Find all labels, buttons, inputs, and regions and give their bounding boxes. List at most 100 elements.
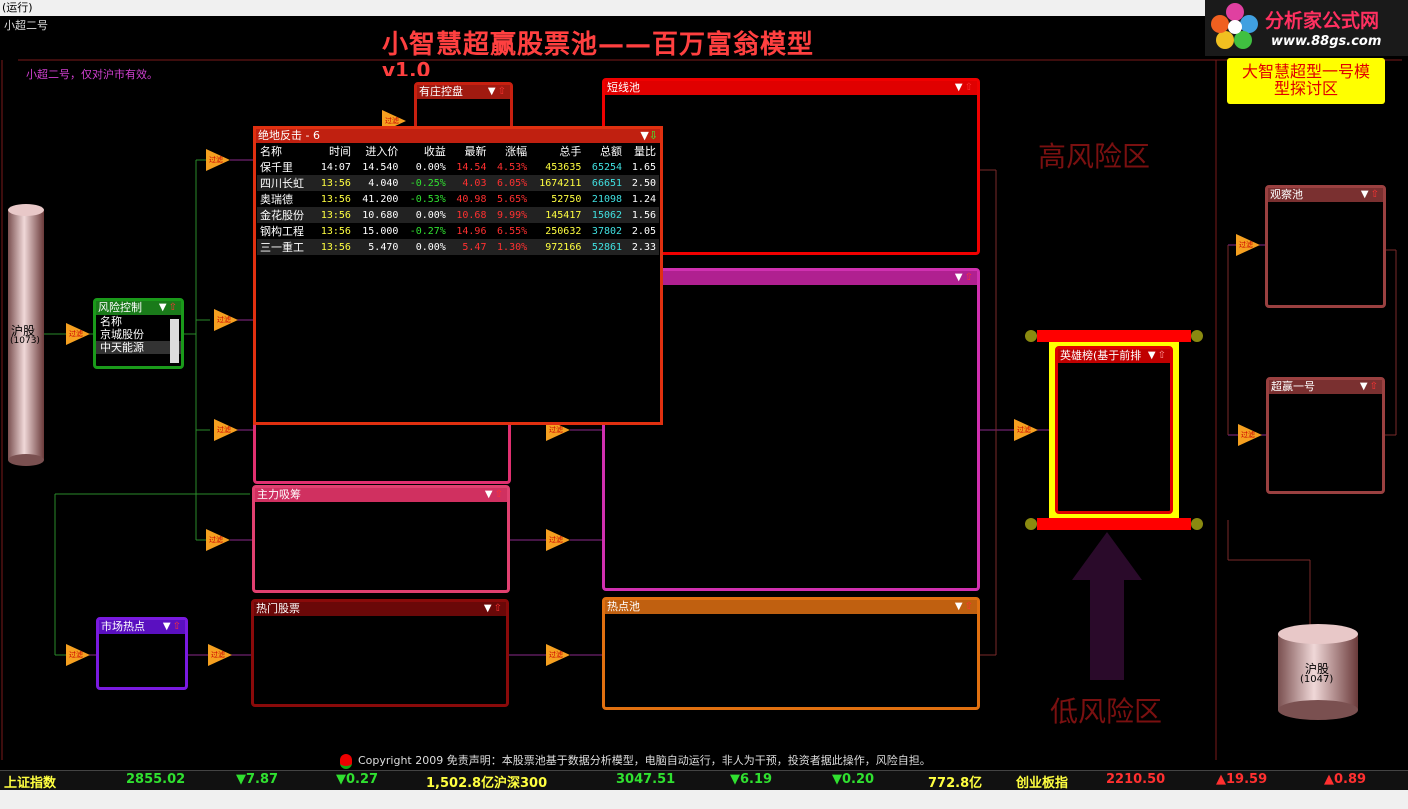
table-cell: 9.99% bbox=[489, 207, 531, 223]
index-change: ▲19.59 bbox=[1216, 772, 1268, 787]
filter-node-icon[interactable]: 过滤 bbox=[1238, 424, 1262, 446]
filter-node-icon[interactable]: 过滤 bbox=[208, 644, 232, 666]
table-cell: 1.56 bbox=[625, 207, 659, 223]
column-header[interactable]: 涨幅 bbox=[489, 143, 530, 159]
pool-menu-icon[interactable]: ▼⇧ bbox=[955, 600, 975, 614]
table-row[interactable]: 保千里 14:07 14.540 0.00% 14.54 4.53% 453635 65254… bbox=[257, 159, 659, 175]
pool-menu-icon[interactable]: ▼⇧ bbox=[1147, 349, 1168, 363]
pool-menu-icon[interactable]: ▼⇧ bbox=[484, 602, 504, 616]
filter-node-icon[interactable]: 过滤 bbox=[214, 419, 238, 441]
filter-node-icon[interactable]: 过滤 bbox=[66, 323, 90, 345]
table-cell: 453635 bbox=[545, 161, 582, 173]
table-cell: 13:56 bbox=[313, 239, 354, 255]
filter-node-icon[interactable]: 过滤 bbox=[206, 149, 230, 171]
table-row[interactable]: 金花股份 13:56 10.680 0.00% 10.68 9.99% 145417 1506… bbox=[257, 207, 659, 223]
risk-low-label: 低风险区 bbox=[1050, 695, 1163, 728]
table-cell: 13:56 bbox=[313, 175, 354, 191]
pool-menu-icon[interactable]: ▼⇧ bbox=[488, 85, 508, 99]
pool-hot-stocks[interactable]: 热门股票 ▼⇧ bbox=[251, 599, 509, 707]
pool-menu-icon[interactable]: ▼⇧ bbox=[955, 81, 975, 95]
pool-heroes[interactable]: 英雄榜(基于前排 ▼⇧ bbox=[1055, 346, 1173, 514]
table-cell: 14.96 bbox=[456, 225, 487, 237]
table-cell: 13:56 bbox=[320, 193, 351, 205]
table-row[interactable]: 三一重工 13:56 5.470 0.00% 5.47 1.30% 972166 52861 2… bbox=[257, 239, 659, 255]
source-count: (1073) bbox=[10, 336, 40, 346]
index-name[interactable]: 创业板指 bbox=[1016, 772, 1068, 791]
index-value: 3047.51 bbox=[616, 772, 676, 787]
table-cell: 6.55% bbox=[497, 225, 528, 237]
footer-disclaimer: Copyright 2009 免责声明：本股票池基于数据分析模型，电脑自动运行，… bbox=[340, 752, 931, 769]
table-cell: 52861 bbox=[584, 239, 626, 255]
pool-title: 市场热点 bbox=[101, 620, 145, 633]
column-header[interactable]: 名称 bbox=[257, 143, 313, 159]
table-cell: 2.50 bbox=[625, 175, 659, 191]
list-item[interactable]: 京城股份 bbox=[96, 328, 181, 341]
column-header[interactable]: 量比 bbox=[625, 143, 659, 159]
pool-main-absorb[interactable]: 主力吸筹 ▼⇧ bbox=[252, 485, 510, 593]
index-name[interactable]: 沪深300 bbox=[494, 772, 547, 791]
pool-menu-icon[interactable]: ▼⇩ bbox=[640, 129, 658, 143]
column-header[interactable]: 总手 bbox=[530, 143, 584, 159]
table-row[interactable]: 四川长虹 13:56 4.040 -0.25% 4.03 6.05% 1674211 6665… bbox=[257, 175, 659, 191]
source-cylinder-left[interactable]: 沪股 (1073) bbox=[8, 204, 44, 466]
pool-menu-icon[interactable]: ▼⇧ bbox=[163, 620, 183, 634]
pool-risk-control[interactable]: 风险控制 ▼⇧ 名称 京城股份 中天能源 bbox=[93, 298, 184, 369]
pool-title: 热点池 bbox=[607, 600, 640, 613]
table-cell: 10.68 bbox=[448, 207, 490, 223]
pool-super-one[interactable]: 超赢一号 ▼⇧ bbox=[1266, 377, 1385, 494]
table-cell: 145417 bbox=[530, 207, 585, 223]
filter-node-icon[interactable]: 过滤 bbox=[214, 309, 238, 331]
table-cell: 14:07 bbox=[320, 161, 351, 173]
index-amount: 772.8亿 bbox=[928, 776, 983, 791]
table-row[interactable]: 奥瑞德 13:56 41.200 -0.53% 40.98 5.65% 52750 21098… bbox=[257, 191, 659, 207]
index-value: 2210.50 bbox=[1106, 772, 1166, 787]
pool-menu-icon[interactable]: ▼⇧ bbox=[485, 488, 505, 502]
list-item[interactable]: 中天能源 bbox=[96, 341, 181, 354]
pool-market-hot[interactable]: 市场热点 ▼⇧ bbox=[96, 617, 188, 690]
stock-table: 名称 时间 进入价 收益 最新 涨幅 总手 总额 量比 保千里 14:07 14.540 0.00% 1… bbox=[257, 143, 659, 255]
table-cell: 0.00% bbox=[401, 207, 449, 223]
table-cell: 6.05% bbox=[489, 175, 531, 191]
table-cell: 37802 bbox=[591, 225, 623, 237]
table-cell: 15.000 bbox=[362, 225, 399, 237]
table-cell: 5.47 bbox=[448, 239, 490, 255]
column-header[interactable]: 进入价 bbox=[354, 143, 401, 159]
pool-menu-icon[interactable]: ▼⇧ bbox=[159, 301, 179, 315]
pool-menu-icon[interactable]: ▼⇧ bbox=[1360, 380, 1380, 394]
table-cell: 2.33 bbox=[625, 239, 659, 255]
scrollbar[interactable] bbox=[170, 319, 179, 363]
table-cell: 1.30% bbox=[489, 239, 531, 255]
pool-hotspot[interactable]: 热点池 ▼⇧ bbox=[602, 597, 980, 710]
column-header[interactable]: 时间 bbox=[313, 143, 354, 159]
table-cell: 40.98 bbox=[456, 193, 487, 205]
table-cell: 13:56 bbox=[313, 207, 354, 223]
index-value: 2855.02 bbox=[126, 772, 186, 787]
column-header[interactable]: 总额 bbox=[584, 143, 625, 159]
table-row[interactable]: 钢构工程 13:56 15.000 -0.27% 14.96 6.55% 250632 378… bbox=[257, 223, 659, 239]
column-header[interactable]: 最新 bbox=[449, 143, 490, 159]
side-box-text: 大智慧超型一号模型探讨区 bbox=[1241, 62, 1370, 98]
filter-node-icon[interactable]: 过滤 bbox=[66, 644, 90, 666]
table-cell: 1.24 bbox=[631, 193, 656, 205]
pool-watch[interactable]: 观察池 ▼⇧ bbox=[1265, 185, 1386, 308]
column-header[interactable]: 收益 bbox=[401, 143, 448, 159]
footer-text: Copyright 2009 免责声明：本股票池基于数据分析模型，电脑自动运行，… bbox=[358, 754, 931, 767]
filter-node-icon[interactable]: 过滤 bbox=[546, 529, 570, 551]
index-name[interactable]: 上证指数 bbox=[4, 772, 56, 791]
table-cell: 41.200 bbox=[362, 193, 399, 205]
pool-dealer[interactable]: 有庄控盘 ▼⇧ bbox=[414, 82, 513, 132]
table-cell: 4.53% bbox=[497, 161, 528, 173]
pool-menu-icon[interactable]: ▼⇧ bbox=[1361, 188, 1381, 202]
pool-title: 英雄榜(基于前排 bbox=[1060, 349, 1142, 362]
risk-high-label: 高风险区 bbox=[1038, 140, 1151, 173]
filter-node-icon[interactable]: 过滤 bbox=[546, 644, 570, 666]
side-discussion-box[interactable]: 大智慧超型一号模型探讨区 bbox=[1227, 58, 1385, 104]
stock-list-popup[interactable]: 绝地反击 - 6 ▼⇩ 名称 时间 进入价 收益 最新 涨幅 总手 总额 量比 保千里 14:07 1… bbox=[253, 126, 663, 425]
table-cell: 4.040 bbox=[353, 175, 402, 191]
pool-title: 主力吸筹 bbox=[257, 488, 301, 501]
filter-node-icon[interactable]: 过滤 bbox=[206, 529, 230, 551]
source-cylinder-right[interactable]: 沪股 (1047) bbox=[1278, 624, 1358, 720]
pool-menu-icon[interactable]: ▼⇧ bbox=[955, 271, 975, 285]
filter-node-icon[interactable]: 过滤 bbox=[1236, 234, 1260, 256]
table-cell: 972166 bbox=[530, 239, 585, 255]
